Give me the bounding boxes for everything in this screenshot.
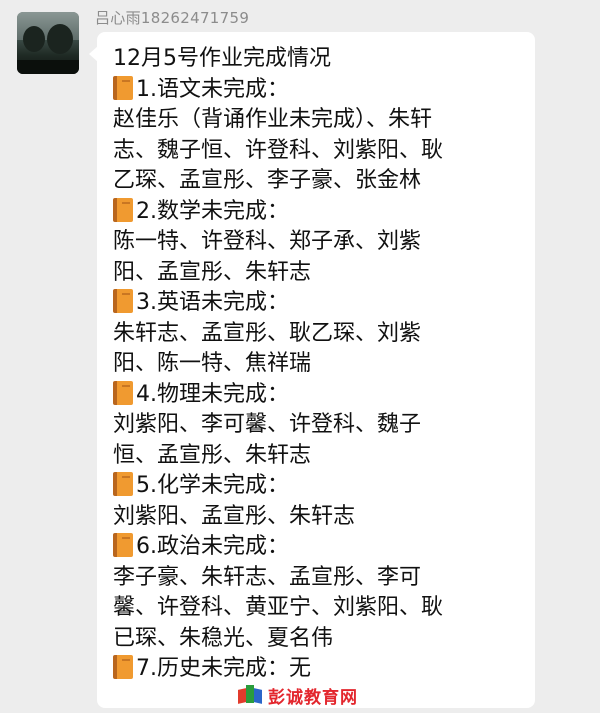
message-line: 志、魏子恒、许登科、刘紫阳、耿: [113, 136, 533, 167]
message-line: 赵佳乐（背诵作业未完成）、朱轩: [113, 105, 533, 136]
line-text: 4.物理未完成：: [136, 381, 289, 407]
line-text: 陈一特、许登科、郑子承、刘紫: [113, 229, 422, 254]
book-icon: [113, 75, 133, 100]
line-text: 刘紫阳、李可馨、许登科、魏子: [113, 412, 422, 437]
line-text: 志、魏子恒、许登科、刘紫阳、耿: [113, 137, 444, 163]
section-header: 3.英语未完成：: [113, 288, 533, 319]
section-header: 2.数学未完成：: [113, 197, 533, 228]
line-text: 馨、许登科、黄亚宁、刘紫阳、耿: [113, 595, 444, 620]
avatar[interactable]: [17, 12, 79, 74]
watermark-text: 彭诚教育网: [268, 687, 358, 708]
line-text: 乙琛、孟宣彤、李子豪、张金林: [113, 168, 422, 193]
line-text: 5.化学未完成：: [136, 473, 289, 498]
book-icon: [113, 533, 133, 557]
watermark: 彭诚教育网: [238, 682, 358, 708]
line-text: 阳、孟宣彤、朱轩志: [113, 259, 312, 285]
section-header: 5.化学未完成：: [113, 471, 533, 502]
line-text: 3.英语未完成：: [136, 290, 289, 315]
line-text: 朱轩志、孟宣彤、耿乙琛、刘紫: [113, 320, 422, 346]
section-header: 1.语文未完成：: [113, 75, 533, 106]
section-header: 6.政治未完成：: [113, 532, 533, 563]
line-text: 刘紫阳、孟宣彤、朱轩志: [113, 503, 356, 529]
message-line: 阳、孟宣彤、朱轩志: [113, 258, 533, 289]
section-header: 4.物理未完成：: [113, 380, 533, 411]
message-content: 12月5号作业完成情况 1.语文未完成： 赵佳乐（背诵作业未完成）、朱轩 志、魏子恒…: [113, 44, 533, 685]
line-text: 1.语文未完成：: [136, 76, 289, 102]
book-icon: [113, 380, 133, 405]
message-line: 乙琛、孟宣彤、李子豪、张金林: [113, 166, 533, 197]
line-text: 恒、孟宣彤、朱轩志: [113, 442, 312, 468]
watermark-logo-icon: [238, 685, 262, 705]
line-text: 李子豪、朱轩志、孟宣彤、李可: [113, 564, 422, 590]
message-line: 刘紫阳、孟宣彤、朱轩志: [113, 502, 533, 533]
message-line: 馨、许登科、黄亚宁、刘紫阳、耿: [113, 593, 533, 624]
line-text: 阳、陈一特、焦祥瑞: [113, 351, 312, 376]
book-icon: [113, 472, 133, 496]
line-text: 6.政治未完成：: [136, 534, 289, 559]
book-icon: [113, 197, 133, 222]
book-icon: [113, 289, 133, 313]
sender-name: 吕心雨18262471759: [95, 9, 250, 27]
message-line: 阳、陈一特、焦祥瑞: [113, 349, 533, 380]
message-line: 朱轩志、孟宣彤、耿乙琛、刘紫: [113, 319, 533, 350]
message-title: 12月5号作业完成情况: [113, 46, 331, 71]
section-header: 7.历史未完成：无: [113, 654, 533, 685]
message-line: 已琛、朱稳光、夏名伟: [113, 624, 533, 655]
message-line: 恒、孟宣彤、朱轩志: [113, 441, 533, 472]
message-line: 刘紫阳、李可馨、许登科、魏子: [113, 410, 533, 441]
book-icon: [113, 655, 133, 679]
line-text: 赵佳乐（背诵作业未完成）、朱轩: [113, 107, 433, 132]
line-text: 7.历史未完成：无: [136, 656, 311, 681]
line-text: 2.数学未完成：: [136, 198, 289, 224]
message-line: 李子豪、朱轩志、孟宣彤、李可: [113, 563, 533, 594]
line-text: 已琛、朱稳光、夏名伟: [113, 625, 334, 651]
message-line: 陈一特、许登科、郑子承、刘紫: [113, 227, 533, 258]
